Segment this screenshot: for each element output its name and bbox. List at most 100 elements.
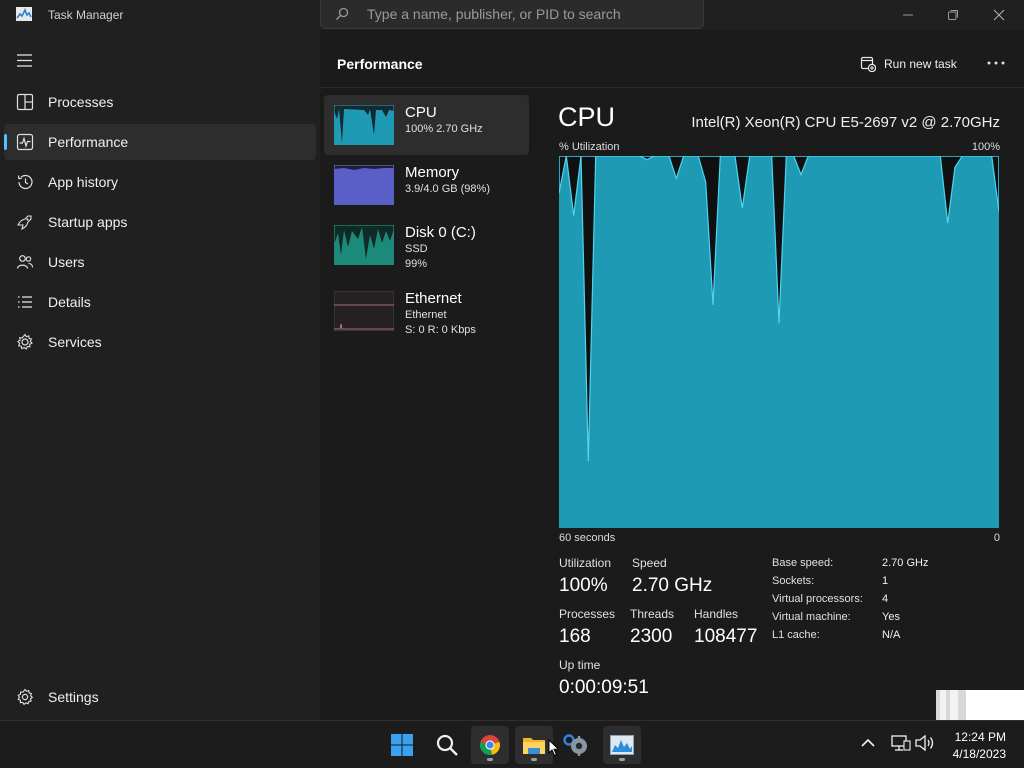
utilization-value: 100% (559, 575, 608, 596)
handles-label: Handles (694, 607, 739, 621)
gear-icon (17, 688, 34, 706)
clock-button[interactable]: 12:24 PM 4/18/2023 (940, 723, 1010, 767)
resource-subtext: 99% (405, 258, 428, 270)
resource-name: Memory (405, 164, 460, 181)
cpu-thumbnail-graph (334, 105, 394, 145)
mouse-cursor-icon (548, 739, 560, 757)
search-input[interactable] (367, 4, 687, 24)
sidebar-item-label: Performance (48, 134, 129, 150)
main-panel: Performance Run new task CPU 100% 2.70 G… (320, 30, 1024, 720)
threads-value: 2300 (630, 626, 673, 647)
sidebar-item-performance[interactable]: Performance (4, 124, 316, 160)
run-new-task-button[interactable]: Run new task (860, 52, 957, 76)
hamburger-button[interactable] (12, 50, 36, 70)
disk-thumbnail-graph (334, 225, 394, 265)
ethernet-thumbnail-graph (334, 291, 394, 331)
title-bar: Task Manager (0, 0, 1024, 30)
task-manager-app-icon (16, 7, 32, 21)
spec-value: 4 (882, 593, 889, 605)
processes-label: Processes (559, 607, 616, 621)
spec-value: 1 (882, 575, 889, 587)
settings-label: Settings (48, 689, 99, 705)
sidebar-item-processes[interactable]: Processes (4, 84, 316, 120)
uptime-label: Up time (559, 658, 601, 672)
more-options-button[interactable] (984, 52, 1008, 74)
taskbar-task-manager-button[interactable] (603, 726, 641, 764)
close-icon (993, 9, 1005, 21)
cpu-model-name: Intel(R) Xeon(R) CPU E5-2697 v2 @ 2.70GH… (691, 114, 1000, 131)
restore-icon (948, 10, 958, 20)
hamburger-icon (17, 54, 32, 67)
services-icon (17, 333, 33, 350)
users-icon (16, 255, 34, 269)
minimize-icon (903, 14, 913, 16)
chart-y-max-label: 100% (971, 141, 1000, 153)
resource-subtext: S: 0 R: 0 Kbps (405, 324, 476, 336)
file-explorer-icon (523, 738, 545, 754)
uptime-value: 0:00:09:51 (559, 677, 649, 698)
chart-y-label: % Utilization (559, 141, 620, 153)
sidebar-item-label: Startup apps (48, 214, 128, 230)
sidebar-item-startup-apps[interactable]: Startup apps (4, 204, 316, 240)
speed-label: Speed (632, 556, 667, 570)
minimize-button[interactable] (885, 0, 931, 30)
sidebar-item-app-history[interactable]: App history (4, 164, 316, 200)
sidebar-item-settings[interactable]: Settings (4, 679, 316, 715)
taskbar-settings-button[interactable] (557, 726, 595, 764)
spec-label: Virtual processors: (772, 593, 863, 605)
sidebar-item-label: Processes (48, 94, 114, 110)
performance-icon (16, 133, 34, 151)
sidebar-item-label: Services (48, 334, 102, 350)
network-tray-button[interactable] (890, 733, 912, 758)
overlapping-window-edge (936, 690, 1024, 720)
start-button[interactable] (383, 726, 421, 764)
settings-icon (563, 734, 587, 756)
running-indicator (487, 758, 493, 761)
handles-value: 108477 (694, 626, 758, 647)
history-icon (17, 174, 33, 190)
processes-icon (16, 93, 34, 111)
taskbar-search-button[interactable] (428, 726, 466, 764)
resource-item-memory[interactable]: Memory 3.9/4.0 GB (98%) (324, 155, 529, 215)
sidebar-item-users[interactable]: Users (4, 244, 316, 280)
resource-item-disk[interactable]: Disk 0 (C:) SSD 99% (324, 215, 529, 275)
spec-value: 2.70 GHz (882, 557, 929, 569)
spec-label: Base speed: (772, 557, 834, 569)
clock-time: 12:24 PM (954, 730, 1006, 744)
resource-item-ethernet[interactable]: Ethernet Ethernet S: 0 R: 0 Kbps (324, 281, 529, 341)
speed-value: 2.70 GHz (632, 575, 713, 596)
sidebar-item-label: Users (48, 254, 85, 270)
resource-subtext: Ethernet (405, 309, 447, 321)
start-icon (391, 734, 413, 756)
chrome-icon (480, 735, 500, 755)
spec-label: Virtual machine: (772, 611, 851, 623)
resource-name: Disk 0 (C:) (405, 224, 476, 241)
sidebar: Processes Performance App history Startu… (0, 30, 320, 720)
network-icon (891, 735, 911, 751)
memory-thumbnail-graph (334, 165, 394, 205)
app-title: Task Manager (48, 8, 124, 22)
chevron-up-icon (861, 738, 875, 747)
restore-button[interactable] (930, 0, 976, 30)
sidebar-item-details[interactable]: Details (4, 284, 316, 320)
main-header: Performance Run new task (320, 30, 1024, 88)
processes-value: 168 (559, 626, 591, 647)
sidebar-item-services[interactable]: Services (4, 324, 316, 360)
spec-label: Sockets: (772, 575, 815, 587)
utilization-label: Utilization (559, 556, 612, 570)
search-box[interactable] (320, 0, 704, 29)
spec-label: L1 cache: (772, 629, 820, 641)
volume-tray-button[interactable] (914, 733, 936, 758)
running-indicator (619, 758, 625, 761)
close-button[interactable] (976, 0, 1022, 30)
resource-name: CPU (405, 104, 437, 121)
task-manager-icon (610, 735, 634, 755)
tray-overflow-button[interactable] (858, 733, 878, 758)
search-icon (336, 7, 349, 20)
resource-item-cpu[interactable]: CPU 100% 2.70 GHz (324, 95, 529, 155)
taskbar-chrome-button[interactable] (471, 726, 509, 764)
sidebar-item-label: Details (48, 294, 91, 310)
cpu-utilization-chart (559, 156, 999, 528)
volume-icon (915, 734, 934, 752)
spec-value: Yes (882, 611, 900, 623)
